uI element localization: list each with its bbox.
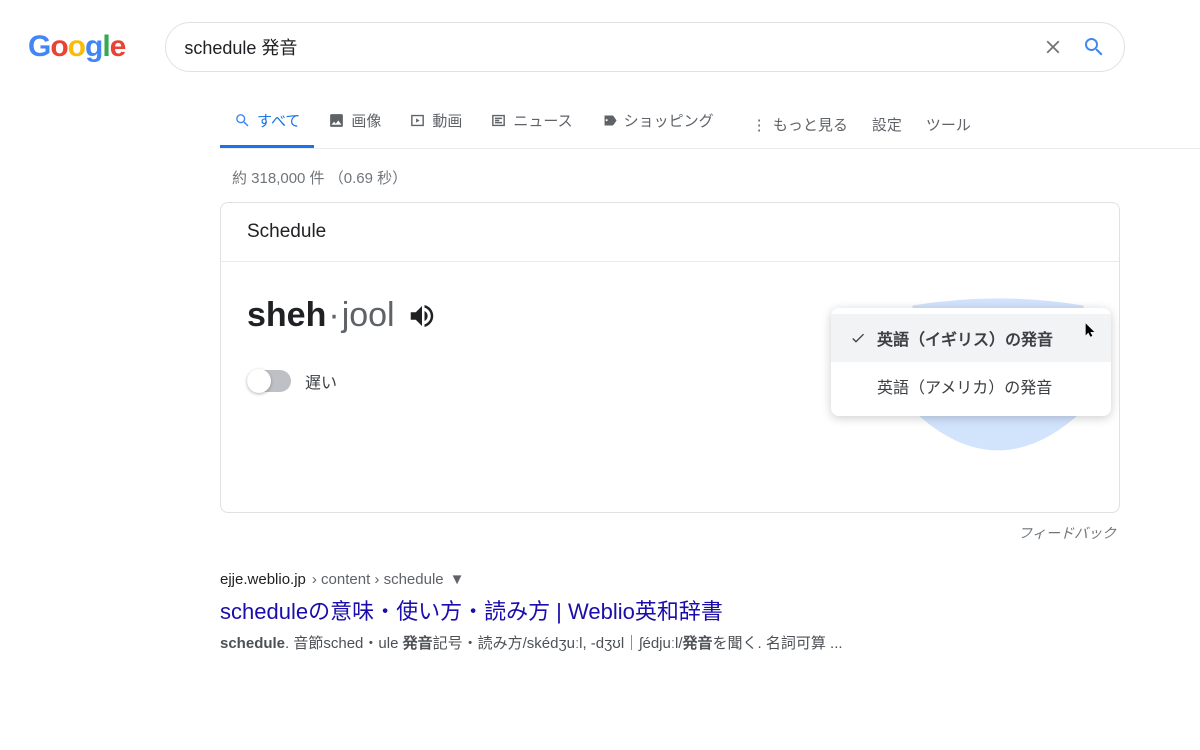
tab-shopping-label: ショッピング bbox=[624, 110, 714, 131]
dropdown-item-uk-label: 英語（イギリス）の発音 bbox=[877, 326, 1053, 350]
result-snippet: schedule. 音節sched・ule 発音記号・読み方/skédʒuːl,… bbox=[220, 626, 1120, 655]
tab-images[interactable]: 画像 bbox=[314, 100, 395, 148]
result-stats: 約 318,000 件 （0.69 秒） bbox=[220, 149, 1200, 202]
tools-button[interactable]: ツール bbox=[926, 114, 971, 135]
search-result-1: ejje.weblio.jp › content › schedule ▼ sc… bbox=[220, 543, 1120, 655]
check-icon bbox=[849, 330, 867, 346]
result-domain: ejje.weblio.jp bbox=[220, 571, 306, 588]
tab-news[interactable]: ニュース bbox=[476, 100, 586, 148]
search-icon[interactable] bbox=[1082, 35, 1106, 59]
feedback-link[interactable]: フィードバック bbox=[220, 513, 1120, 543]
more-label: もっと見る bbox=[773, 117, 848, 134]
pronunciation-text: sheh·jool bbox=[247, 296, 437, 335]
result-path: › content › schedule bbox=[312, 571, 444, 588]
google-logo[interactable]: Google bbox=[28, 30, 125, 64]
clear-icon[interactable] bbox=[1042, 36, 1064, 58]
accent-dropdown: 英語（イギリス）の発音 英語（アメリカ）の発音 bbox=[831, 308, 1111, 416]
result-title[interactable]: scheduleの意味・使い方・読み方 | Weblio英和辞書 bbox=[220, 588, 1120, 626]
result-url[interactable]: ejje.weblio.jp › content › schedule ▼ bbox=[220, 571, 1120, 588]
speaker-icon[interactable] bbox=[407, 301, 437, 331]
slow-toggle[interactable] bbox=[247, 370, 291, 392]
card-title: Schedule bbox=[221, 203, 1119, 261]
tab-shopping[interactable]: ショッピング bbox=[587, 100, 728, 148]
slow-toggle-label: 遅い bbox=[305, 369, 337, 393]
search-tabs: すべて 画像 動画 ニュース ショッピング ⋮ もっと見る 設定 ツール bbox=[220, 100, 1200, 148]
dropdown-item-us-label: 英語（アメリカ）の発音 bbox=[877, 374, 1052, 398]
tab-videos-label: 動画 bbox=[432, 110, 462, 131]
caret-down-icon[interactable]: ▼ bbox=[450, 571, 465, 588]
more-button[interactable]: ⋮ もっと見る bbox=[752, 114, 848, 135]
search-bar[interactable] bbox=[165, 22, 1125, 72]
tab-images-label: 画像 bbox=[351, 110, 381, 131]
pronunciation-card: Schedule sheh·jool 遅い bbox=[220, 202, 1120, 513]
syllable-2: jool bbox=[342, 296, 395, 334]
tab-all[interactable]: すべて bbox=[220, 100, 314, 148]
dropdown-item-uk[interactable]: 英語（イギリス）の発音 bbox=[831, 314, 1111, 362]
tab-videos[interactable]: 動画 bbox=[395, 100, 476, 148]
tab-news-label: ニュース bbox=[513, 110, 572, 131]
tab-all-label: すべて bbox=[257, 110, 300, 131]
syllable-1: sheh bbox=[247, 296, 326, 334]
dropdown-item-us[interactable]: 英語（アメリカ）の発音 bbox=[831, 362, 1111, 410]
settings-button[interactable]: 設定 bbox=[872, 114, 902, 135]
search-input[interactable] bbox=[184, 37, 1042, 58]
